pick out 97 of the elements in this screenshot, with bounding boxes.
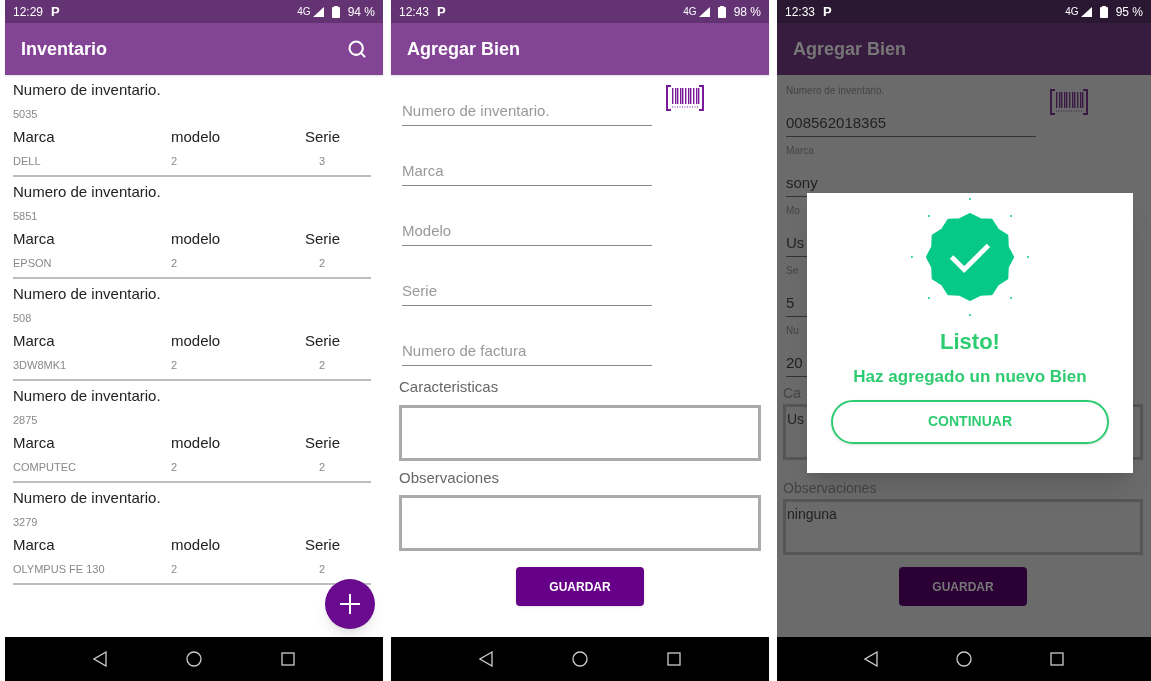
inventory-number-label: Numero de inventario. [13,284,162,304]
column-header: Marca [13,331,56,351]
status-time: 12:43 [399,3,430,21]
column-value: DELL [13,153,42,169]
text-area-label: Observaciones [399,467,501,488]
inventory-number: 2875 [13,412,39,428]
dialog-title: Listo! [940,328,1000,356]
recents-icon[interactable] [667,652,682,666]
status-time: 12:29 [13,3,44,21]
text-field[interactable]: Modelo [402,215,652,246]
barcode-scan-icon[interactable] [666,85,704,111]
back-icon[interactable] [92,651,107,667]
inventory-item[interactable]: Numero de inventario. 508 Marca 3DW8MK1 modelo 2 Serie 2 [13,279,371,381]
column-header: modelo [171,433,222,453]
network-type: 4G [683,5,697,19]
text-field[interactable]: Marca [402,155,652,186]
column-value: 2 [319,459,326,475]
field-value: 008562018365 [786,112,887,133]
text-field[interactable]: Serie [402,275,652,306]
column-header: Serie [305,535,341,555]
column-header: Serie [305,331,341,351]
column-value: COMPUTEC [13,459,77,475]
field-value: Us [786,232,805,253]
dialog-message: Haz agregado un nuevo Bien [853,366,1087,388]
field-value: 20 [786,352,803,373]
column-value: 2 [319,357,326,373]
column-header: Marca [13,127,56,147]
battery-icon [717,5,726,18]
inventory-number-label: Numero de inventario. [13,80,162,100]
back-icon[interactable] [864,651,878,667]
add-fab[interactable] [325,579,375,629]
signal-icon [698,6,710,17]
recents-icon[interactable] [1050,652,1064,666]
battery-level: 98 % [733,3,761,21]
inventory-number-label: Numero de inventario. [13,488,162,508]
app-bar-title: Inventario [21,37,108,61]
app-bar-title: Agregar Bien [793,37,907,61]
column-value: OLYMPUS FE 130 [13,561,106,577]
field-value: sony [786,172,818,193]
home-icon[interactable] [186,651,202,667]
column-header: Marca [13,535,56,555]
column-value: EPSON [13,255,53,271]
field-value: 5 [786,292,795,313]
inventory-number: 3279 [13,514,39,530]
column-header: Serie [305,433,341,453]
back-icon[interactable] [478,651,493,667]
column-header: modelo [171,535,222,555]
text-field[interactable]: Numero de factura [402,335,652,366]
text-area-value: ninguna [787,506,837,522]
column-value: 2 [171,255,179,271]
inventory-number-label: Numero de inventario. [13,386,162,406]
inventory-item[interactable]: Numero de inventario. 2875 Marca COMPUTEC modelo 2 Serie 2 [13,381,371,483]
column-header: Marca [13,433,56,453]
inventory-number-label: Numero de inventario. [13,182,162,202]
text-field[interactable]: Numero de inventario. [402,95,652,126]
inventory-item[interactable]: Numero de inventario. 5851 Marca EPSON modelo 2 Serie 2 [13,177,371,279]
inventory-item[interactable]: Numero de inventario. 5035 Marca DELL modelo 2 Serie 3 [13,75,371,177]
home-icon[interactable] [572,651,588,667]
success-badge-icon [910,197,1030,317]
column-value: 2 [171,153,179,169]
battery-level: 94 % [347,3,375,21]
recents-icon[interactable] [281,652,296,666]
home-icon[interactable] [956,651,972,667]
column-header: Serie [305,127,341,147]
status-time: 12:33 [785,3,816,21]
column-value: 2 [171,561,179,577]
app-bar-title: Agregar Bien [407,37,521,61]
column-value: 2 [171,357,179,373]
column-value: 2 [319,561,326,577]
signal-icon [1080,6,1092,17]
column-value: 2 [319,255,326,271]
column-value: 3DW8MK1 [13,357,68,373]
network-type: 4G [1065,5,1079,19]
column-header: modelo [171,229,222,249]
notification-icon: P [51,1,60,22]
battery-icon [1099,5,1108,18]
text-area-value: Us [787,411,805,427]
save-button[interactable]: GUARDAR [899,567,1027,606]
column-header: modelo [171,127,222,147]
search-icon[interactable] [347,39,367,59]
notification-icon: P [437,1,446,22]
column-header: modelo [171,331,222,351]
column-value: 3 [319,153,326,169]
column-header: Marca [13,229,56,249]
text-area-label: Caracteristicas [399,377,500,397]
save-button[interactable]: GUARDAR [516,567,644,606]
battery-level: 95 % [1115,3,1143,21]
plus-icon [339,593,361,615]
notification-icon: P [823,1,832,22]
battery-icon [331,5,340,18]
inventory-number: 508 [13,310,33,326]
inventory-number: 5035 [13,106,39,122]
inventory-number: 5851 [13,208,39,224]
column-value: 2 [171,459,179,475]
column-header: Serie [305,229,341,249]
network-type: 4G [297,5,311,19]
signal-icon [312,6,324,17]
